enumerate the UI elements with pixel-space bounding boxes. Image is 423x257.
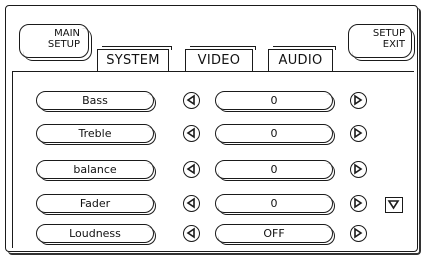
setting-row-balance: balance 0 — [0, 160, 423, 181]
triangle-right-icon — [354, 127, 363, 139]
bass-increase-button[interactable] — [350, 92, 367, 109]
triangle-right-icon — [354, 227, 363, 239]
triangle-right-icon — [354, 163, 363, 175]
fader-decrease-button[interactable] — [183, 195, 200, 212]
main-setup-line2: SETUP — [47, 39, 80, 50]
setting-label-balance[interactable]: balance — [36, 160, 156, 181]
triangle-left-icon — [186, 127, 195, 139]
setup-exit-line2: EXIT — [382, 39, 405, 50]
setting-row-fader: Fader 0 — [0, 194, 423, 215]
setting-row-treble: Treble 0 — [0, 124, 423, 145]
setting-label-fader[interactable]: Fader — [36, 194, 156, 215]
setting-row-bass: Bass 0 — [0, 91, 423, 112]
loudness-decrease-button[interactable] — [183, 225, 200, 242]
tab-audio[interactable]: AUDIO — [268, 46, 336, 71]
setting-value-balance[interactable]: 0 — [215, 160, 335, 181]
loudness-increase-button[interactable] — [350, 225, 367, 242]
tab-video[interactable]: VIDEO — [185, 46, 256, 71]
triangle-left-icon — [186, 227, 195, 239]
triangle-left-icon — [186, 197, 195, 209]
balance-decrease-button[interactable] — [183, 161, 200, 178]
treble-decrease-button[interactable] — [183, 125, 200, 142]
triangle-left-icon — [186, 163, 195, 175]
setup-exit-line1: SETUP — [372, 28, 405, 39]
setting-label-treble[interactable]: Treble — [36, 124, 156, 145]
setting-row-loudness: Loudness OFF — [0, 224, 423, 245]
triangle-right-icon — [354, 94, 363, 106]
setting-value-fader[interactable]: 0 — [215, 194, 335, 215]
bass-decrease-button[interactable] — [183, 92, 200, 109]
setting-value-treble[interactable]: 0 — [215, 124, 335, 145]
setting-label-loudness[interactable]: Loudness — [36, 224, 156, 245]
fader-increase-button[interactable] — [350, 195, 367, 212]
tab-system[interactable]: SYSTEM — [97, 46, 172, 71]
triangle-down-icon — [387, 200, 400, 210]
setup-exit-button[interactable]: SETUP EXIT — [348, 24, 415, 61]
triangle-right-icon — [354, 197, 363, 209]
setting-value-loudness[interactable]: OFF — [215, 224, 335, 245]
setting-label-bass[interactable]: Bass — [36, 91, 156, 112]
triangle-left-icon — [186, 94, 195, 106]
balance-increase-button[interactable] — [350, 161, 367, 178]
setting-value-bass[interactable]: 0 — [215, 91, 335, 112]
treble-increase-button[interactable] — [350, 125, 367, 142]
main-setup-line1: MAIN — [54, 28, 80, 39]
main-setup-button[interactable]: MAIN SETUP — [19, 24, 92, 61]
scroll-down-button[interactable] — [385, 197, 403, 213]
